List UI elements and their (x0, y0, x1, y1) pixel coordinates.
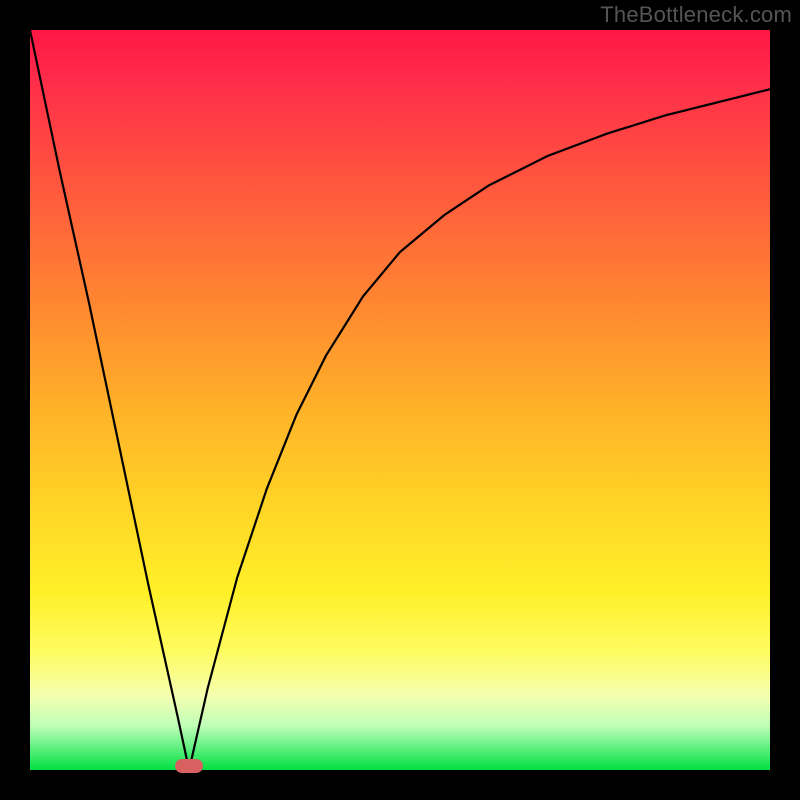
curve-left (30, 30, 189, 770)
curve-svg (30, 30, 770, 770)
plot-area (30, 30, 770, 770)
watermark-text: TheBottleneck.com (600, 2, 792, 28)
curve-right (189, 89, 770, 770)
minimum-marker (175, 759, 203, 773)
chart-frame: TheBottleneck.com (0, 0, 800, 800)
